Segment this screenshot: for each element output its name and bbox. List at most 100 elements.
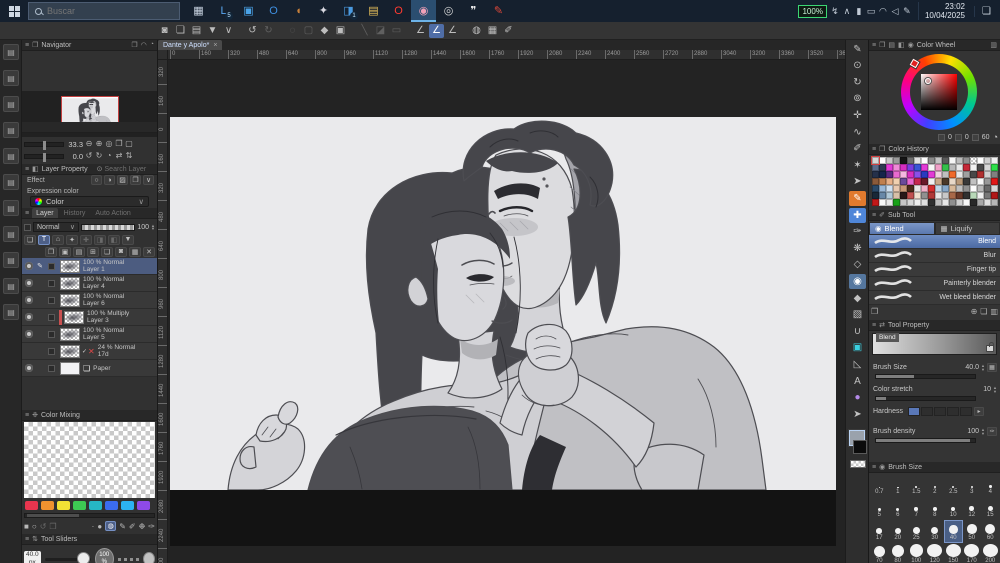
history-swatch[interactable] [991, 178, 998, 185]
history-swatch[interactable] [921, 178, 928, 185]
brush-size-1[interactable]: 1 [889, 474, 908, 497]
history-swatch[interactable] [942, 164, 949, 171]
document-tab[interactable]: Dante y Apolo* × [158, 40, 223, 50]
property-slider[interactable] [875, 374, 976, 379]
history-swatch[interactable] [935, 185, 942, 192]
pen-tool[interactable]: ✎ [849, 42, 866, 57]
brush-tool[interactable]: ✑ [849, 225, 866, 240]
history-swatch[interactable] [984, 171, 991, 178]
history-swatch[interactable] [963, 171, 970, 178]
history-swatch[interactable] [879, 199, 886, 206]
history-swatch[interactable] [928, 185, 935, 192]
history-swatch[interactable] [977, 171, 984, 178]
history-swatch[interactable] [991, 171, 998, 178]
layer-color-menu[interactable]: ▼ [122, 234, 134, 245]
layer-thumbnail[interactable] [64, 310, 84, 324]
history-swatch[interactable] [886, 157, 893, 164]
app-obs[interactable]: ◎ [436, 0, 461, 22]
brush-size-170[interactable]: 170 [963, 543, 982, 563]
history-swatch[interactable] [928, 164, 935, 171]
pen-pressure-icon[interactable]: ✐ [501, 24, 516, 38]
cw-tab-slider-icon[interactable]: ▤ [888, 41, 895, 49]
gradient-tool[interactable]: ▧ [849, 308, 866, 323]
brush-size-6[interactable]: 6 [889, 497, 908, 520]
save-file-icon[interactable]: ▼ [205, 24, 220, 38]
app-store[interactable]: ▣ [236, 0, 261, 22]
history-swatch[interactable] [872, 164, 879, 171]
history-swatch[interactable] [991, 157, 998, 164]
mixing-swatch-2[interactable] [41, 501, 54, 510]
brush-size-50[interactable]: 50 [963, 520, 982, 543]
history-swatch[interactable] [970, 199, 977, 206]
brush-size-5[interactable]: 5 [870, 497, 889, 520]
transparent-color-swatch[interactable] [850, 460, 866, 468]
visibility-cell[interactable] [22, 262, 35, 270]
brush-size-30[interactable]: 30 [926, 520, 945, 543]
ruler-tool[interactable]: ◺ [849, 357, 866, 372]
history-swatch[interactable] [956, 171, 963, 178]
color-mixing-scrollbar[interactable] [24, 513, 155, 518]
history-swatch[interactable] [977, 164, 984, 171]
zoom-in-button[interactable]: ⊕ [94, 140, 104, 148]
fill-area-icon[interactable]: ◪ [373, 24, 388, 38]
history-swatch[interactable] [935, 192, 942, 199]
usb-icon[interactable]: ↯ [830, 6, 840, 17]
figure-tool[interactable]: ∪ [849, 324, 866, 339]
history-swatch[interactable] [928, 199, 935, 206]
clip-cell[interactable] [45, 347, 58, 355]
history-swatch[interactable] [928, 157, 935, 164]
layer-checkbox[interactable] [48, 330, 55, 338]
layer-thumbnail-toggle[interactable]: ❏ [24, 234, 36, 245]
history-swatch[interactable] [991, 185, 998, 192]
color-mixing-canvas[interactable] [24, 422, 155, 498]
visibility-cell[interactable] [22, 364, 35, 372]
snap-special-ruler-icon[interactable]: ∠ [429, 23, 444, 38]
history-swatch[interactable] [970, 157, 977, 164]
layer-row[interactable]: 100 % Multiply Layer 3 [22, 309, 157, 326]
app-quote[interactable]: ❞ [461, 0, 486, 22]
layer-row[interactable]: 100 % Normal Layer 5 [22, 326, 157, 343]
history-swatch[interactable] [886, 171, 893, 178]
csp-logo-icon[interactable]: ◙ [157, 24, 172, 38]
opacity-slider[interactable] [81, 223, 136, 231]
history-swatch[interactable] [879, 192, 886, 199]
history-swatch[interactable] [970, 192, 977, 199]
layer-thumbnail[interactable] [60, 259, 80, 273]
mixing-swatch-5[interactable] [89, 501, 102, 510]
start-button[interactable] [0, 0, 28, 22]
brush-size-150[interactable]: 150 [944, 543, 963, 563]
history-swatch[interactable] [991, 192, 998, 199]
history-swatch[interactable] [963, 164, 970, 171]
history-swatch[interactable] [949, 157, 956, 164]
history-swatch[interactable] [956, 199, 963, 206]
history-swatch[interactable] [977, 199, 984, 206]
history-swatch[interactable] [879, 171, 886, 178]
search-layer-tab[interactable]: ⊙ Search Layer [97, 165, 147, 174]
subtool-menu-icon[interactable]: ❐ [871, 307, 878, 316]
brush-size-40[interactable]: 40 [944, 520, 963, 543]
saturation-slider-icon[interactable] [954, 133, 962, 141]
history-swatch[interactable] [886, 185, 893, 192]
history-swatch[interactable] [886, 192, 893, 199]
layer-thumbnail[interactable] [60, 327, 80, 341]
rotate-view-icon[interactable]: ◍ [469, 24, 484, 38]
snap-grid-icon[interactable]: ∠ [445, 24, 460, 38]
new-vector-layer[interactable]: ▣ [59, 246, 71, 257]
history-swatch[interactable] [893, 185, 900, 192]
mixing-swatch-7[interactable] [121, 501, 134, 510]
layer-thumbnail[interactable] [60, 361, 80, 375]
new-file-icon[interactable]: ❏ [173, 24, 188, 38]
history-swatch[interactable] [893, 157, 900, 164]
history-swatch[interactable] [956, 185, 963, 192]
mix-tip-small[interactable]: · [92, 522, 95, 531]
mixing-swatch-1[interactable] [25, 501, 38, 510]
clip-cell[interactable] [45, 313, 58, 321]
layer-text-indicator[interactable]: T [38, 234, 50, 245]
history-swatch[interactable] [935, 178, 942, 185]
history-swatch[interactable] [977, 157, 984, 164]
history-swatch[interactable] [893, 164, 900, 171]
hardness-segments[interactable] [907, 407, 972, 416]
brush-size-1.5[interactable]: 1.5 [907, 474, 926, 497]
close-tab-icon[interactable]: × [213, 42, 217, 49]
brush-size-200[interactable]: 200 [981, 543, 1000, 563]
